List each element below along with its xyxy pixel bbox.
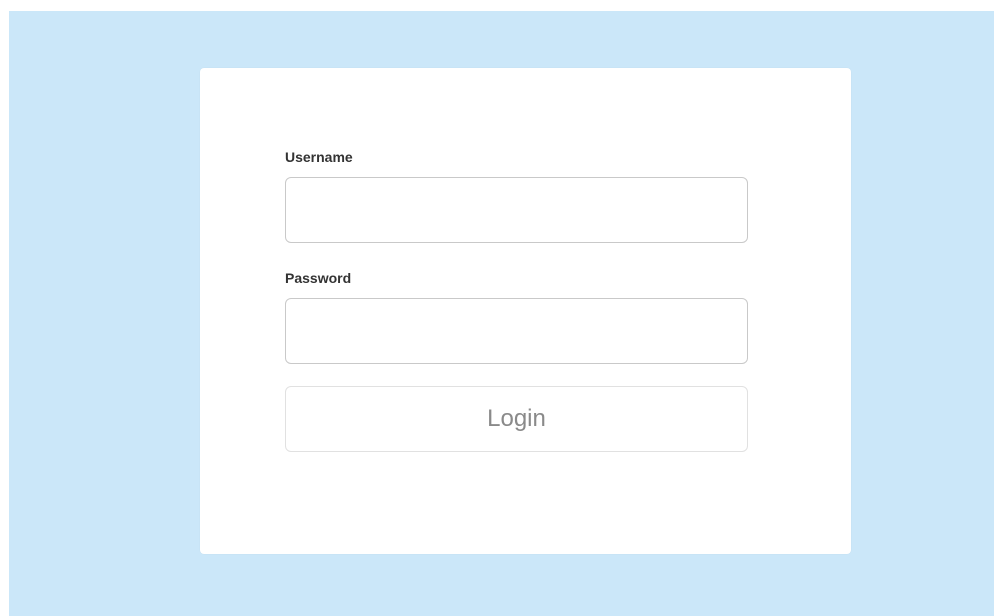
password-input[interactable] <box>285 298 748 364</box>
button-spacer <box>285 364 748 386</box>
field-spacer <box>285 243 748 269</box>
login-form: Username Password Login <box>285 148 748 452</box>
password-label: Password <box>285 270 352 286</box>
username-label: Username <box>285 149 353 165</box>
login-button[interactable]: Login <box>285 386 748 452</box>
username-input[interactable] <box>285 177 748 243</box>
